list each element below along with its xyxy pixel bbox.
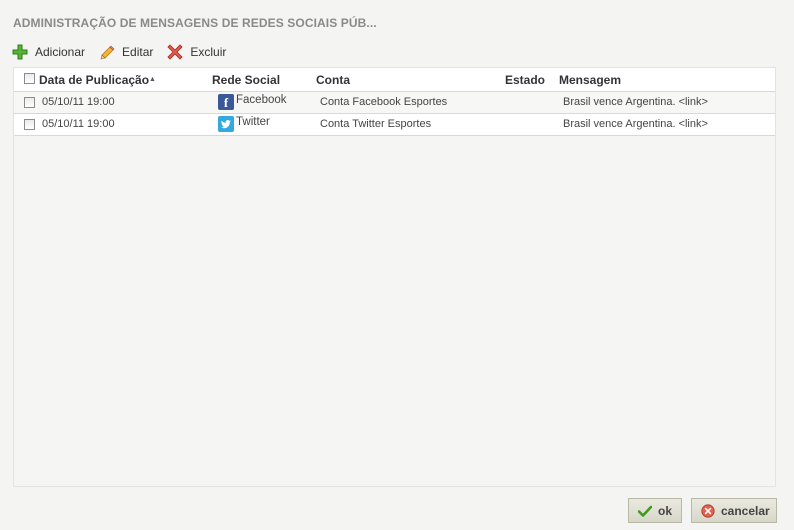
column-header-account[interactable]: Conta	[316, 73, 350, 87]
column-header-network[interactable]: Rede Social	[212, 73, 280, 87]
ok-label: ok	[658, 503, 673, 518]
pencil-icon	[99, 44, 115, 60]
facebook-icon: f	[218, 94, 234, 110]
cancel-icon	[701, 503, 715, 518]
grid-header: Data de Publicação ▲ Rede Social Conta E…	[14, 68, 775, 92]
twitter-icon	[218, 116, 234, 132]
table-row[interactable]: 05/10/11 19:00 Twitter Conta Twitter Esp…	[14, 114, 775, 136]
row-date: 05/10/11 19:00	[42, 96, 115, 108]
delete-label: Excluir	[190, 45, 227, 59]
row-message: Brasil vence Argentina. <link>	[563, 118, 708, 130]
delete-button[interactable]: Excluir	[167, 44, 226, 60]
checkmark-icon	[637, 504, 653, 518]
delete-x-icon	[167, 44, 183, 60]
sort-ascending-icon[interactable]: ▲	[149, 76, 156, 83]
grid-body: 05/10/11 19:00 f Facebook Conta Facebook…	[14, 92, 775, 136]
row-date: 05/10/11 19:00	[42, 118, 115, 130]
cancel-label: cancelar	[721, 503, 770, 518]
row-network: Twitter	[236, 116, 270, 128]
table-row[interactable]: 05/10/11 19:00 f Facebook Conta Facebook…	[14, 92, 775, 114]
add-button[interactable]: Adicionar	[12, 44, 85, 60]
ok-button[interactable]: ok	[628, 498, 682, 523]
dialog-title: ADMINISTRAÇÃO DE MENSAGENS DE REDES SOCI…	[13, 16, 377, 30]
row-checkbox[interactable]	[24, 119, 35, 130]
column-header-message[interactable]: Mensagem	[559, 73, 621, 87]
add-label: Adicionar	[35, 45, 86, 59]
row-message: Brasil vence Argentina. <link>	[563, 96, 708, 108]
messages-grid: Data de Publicação ▲ Rede Social Conta E…	[13, 67, 776, 487]
cancel-button[interactable]: cancelar	[691, 498, 777, 523]
edit-button[interactable]: Editar	[99, 44, 153, 60]
select-all-checkbox[interactable]	[24, 73, 35, 84]
row-network: Facebook	[236, 94, 287, 106]
plus-icon	[12, 44, 28, 60]
column-header-state[interactable]: Estado	[505, 73, 545, 87]
row-checkbox[interactable]	[24, 97, 35, 108]
column-header-date[interactable]: Data de Publicação	[39, 73, 149, 87]
row-account: Conta Facebook Esportes	[320, 96, 448, 108]
edit-label: Editar	[122, 45, 154, 59]
toolbar: Adicionar Editar Excluir	[12, 43, 240, 61]
row-account: Conta Twitter Esportes	[320, 118, 432, 130]
